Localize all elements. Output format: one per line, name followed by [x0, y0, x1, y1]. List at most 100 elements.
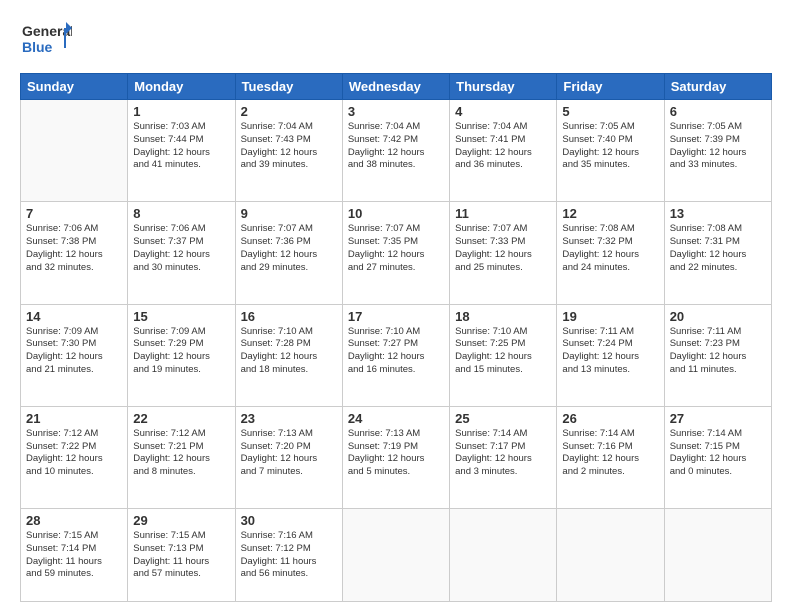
day-number: 3	[348, 104, 444, 119]
weekday-header: Thursday	[450, 74, 557, 100]
weekday-header: Sunday	[21, 74, 128, 100]
day-info: Sunrise: 7:04 AMSunset: 7:42 PMDaylight:…	[348, 121, 444, 172]
calendar-cell: 22 Sunrise: 7:12 AMSunset: 7:21 PMDayligh…	[128, 406, 235, 508]
day-number: 27	[670, 411, 766, 426]
calendar-cell: 13Sunrise: 7:08 AMSunset: 7:31 PMDayligh…	[664, 202, 771, 304]
calendar-cell: 5 Sunrise: 7:05 AMSunset: 7:40 PMDaylight…	[557, 100, 664, 202]
day-number: 29	[133, 513, 229, 528]
day-info: Sunrise: 7:15 AMSunset: 7:14 PMDaylight:…	[26, 530, 122, 581]
calendar-cell: 18 Sunrise: 7:10 AMSunset: 7:25 PMDayligh…	[450, 304, 557, 406]
calendar-cell: 9 Sunrise: 7:07 AMSunset: 7:36 PMDaylight…	[235, 202, 342, 304]
day-info: Sunrise: 7:05 AMSunset: 7:39 PMDaylight:…	[670, 121, 766, 172]
calendar-cell: 19 Sunrise: 7:11 AMSunset: 7:24 PMDayligh…	[557, 304, 664, 406]
day-number: 18	[455, 309, 551, 324]
page: General Blue SundayMondayTuesdayWednesda…	[0, 0, 792, 612]
day-info: Sunrise: 7:09 AMSunset: 7:29 PMDaylight:…	[133, 326, 229, 377]
day-info: Sunrise: 7:08 AMSunset: 7:31 PMDaylight:…	[670, 223, 766, 274]
calendar-cell: 10Sunrise: 7:07 AMSunset: 7:35 PMDayligh…	[342, 202, 449, 304]
day-info: Sunrise: 7:14 AMSunset: 7:15 PMDaylight:…	[670, 428, 766, 479]
day-info: Sunrise: 7:14 AMSunset: 7:17 PMDaylight:…	[455, 428, 551, 479]
day-info: Sunrise: 7:12 AMSunset: 7:21 PMDaylight:…	[133, 428, 229, 479]
day-info: Sunrise: 7:09 AMSunset: 7:30 PMDaylight:…	[26, 326, 122, 377]
day-info: Sunrise: 7:16 AMSunset: 7:12 PMDaylight:…	[241, 530, 337, 581]
day-info: Sunrise: 7:06 AMSunset: 7:38 PMDaylight:…	[26, 223, 122, 274]
calendar-cell: 2 Sunrise: 7:04 AMSunset: 7:43 PMDaylight…	[235, 100, 342, 202]
day-info: Sunrise: 7:12 AMSunset: 7:22 PMDaylight:…	[26, 428, 122, 479]
calendar-cell	[21, 100, 128, 202]
day-number: 20	[670, 309, 766, 324]
calendar-cell	[342, 509, 449, 602]
weekday-header: Friday	[557, 74, 664, 100]
weekday-header: Tuesday	[235, 74, 342, 100]
day-number: 1	[133, 104, 229, 119]
day-info: Sunrise: 7:06 AMSunset: 7:37 PMDaylight:…	[133, 223, 229, 274]
calendar-cell: 26 Sunrise: 7:14 AMSunset: 7:16 PMDayligh…	[557, 406, 664, 508]
day-number: 26	[562, 411, 658, 426]
calendar-cell: 24 Sunrise: 7:13 AMSunset: 7:19 PMDayligh…	[342, 406, 449, 508]
day-number: 21	[26, 411, 122, 426]
day-number: 11	[455, 206, 551, 221]
calendar-cell: 8 Sunrise: 7:06 AMSunset: 7:37 PMDaylight…	[128, 202, 235, 304]
day-number: 5	[562, 104, 658, 119]
day-number: 8	[133, 206, 229, 221]
logo-icon: General Blue	[20, 18, 72, 60]
calendar-cell: 6 Sunrise: 7:05 AMSunset: 7:39 PMDaylight…	[664, 100, 771, 202]
weekday-header: Monday	[128, 74, 235, 100]
day-info: Sunrise: 7:08 AMSunset: 7:32 PMDaylight:…	[562, 223, 658, 274]
day-info: Sunrise: 7:14 AMSunset: 7:16 PMDaylight:…	[562, 428, 658, 479]
day-info: Sunrise: 7:03 AMSunset: 7:44 PMDaylight:…	[133, 121, 229, 172]
day-info: Sunrise: 7:13 AMSunset: 7:20 PMDaylight:…	[241, 428, 337, 479]
svg-text:Blue: Blue	[22, 39, 53, 55]
calendar-cell: 12 Sunrise: 7:08 AMSunset: 7:32 PMDayligh…	[557, 202, 664, 304]
calendar-cell: 15 Sunrise: 7:09 AMSunset: 7:29 PMDayligh…	[128, 304, 235, 406]
day-number: 17	[348, 309, 444, 324]
day-number: 25	[455, 411, 551, 426]
weekday-header: Wednesday	[342, 74, 449, 100]
day-info: Sunrise: 7:04 AMSunset: 7:43 PMDaylight:…	[241, 121, 337, 172]
calendar-cell: 7 Sunrise: 7:06 AMSunset: 7:38 PMDaylight…	[21, 202, 128, 304]
day-number: 23	[241, 411, 337, 426]
logo: General Blue	[20, 18, 72, 65]
calendar-cell: 29Sunrise: 7:15 AMSunset: 7:13 PMDayligh…	[128, 509, 235, 602]
day-number: 14	[26, 309, 122, 324]
calendar-cell: 4Sunrise: 7:04 AMSunset: 7:41 PMDaylight…	[450, 100, 557, 202]
day-number: 7	[26, 206, 122, 221]
calendar-cell	[664, 509, 771, 602]
calendar-cell: 20Sunrise: 7:11 AMSunset: 7:23 PMDayligh…	[664, 304, 771, 406]
day-info: Sunrise: 7:07 AMSunset: 7:36 PMDaylight:…	[241, 223, 337, 274]
calendar-cell: 1 Sunrise: 7:03 AMSunset: 7:44 PMDaylight…	[128, 100, 235, 202]
day-number: 4	[455, 104, 551, 119]
day-number: 9	[241, 206, 337, 221]
day-number: 15	[133, 309, 229, 324]
calendar-cell: 21 Sunrise: 7:12 AMSunset: 7:22 PMDayligh…	[21, 406, 128, 508]
day-info: Sunrise: 7:10 AMSunset: 7:25 PMDaylight:…	[455, 326, 551, 377]
day-number: 28	[26, 513, 122, 528]
day-info: Sunrise: 7:13 AMSunset: 7:19 PMDaylight:…	[348, 428, 444, 479]
calendar-cell: 11 Sunrise: 7:07 AMSunset: 7:33 PMDayligh…	[450, 202, 557, 304]
calendar-cell: 17 Sunrise: 7:10 AMSunset: 7:27 PMDayligh…	[342, 304, 449, 406]
calendar-table: SundayMondayTuesdayWednesdayThursdayFrid…	[20, 73, 772, 602]
weekday-header: Saturday	[664, 74, 771, 100]
day-number: 2	[241, 104, 337, 119]
day-number: 22	[133, 411, 229, 426]
calendar-cell: 30 Sunrise: 7:16 AMSunset: 7:12 PMDayligh…	[235, 509, 342, 602]
day-number: 30	[241, 513, 337, 528]
calendar-cell: 25 Sunrise: 7:14 AMSunset: 7:17 PMDayligh…	[450, 406, 557, 508]
day-info: Sunrise: 7:07 AMSunset: 7:33 PMDaylight:…	[455, 223, 551, 274]
day-number: 6	[670, 104, 766, 119]
day-number: 10	[348, 206, 444, 221]
day-info: Sunrise: 7:10 AMSunset: 7:28 PMDaylight:…	[241, 326, 337, 377]
day-info: Sunrise: 7:10 AMSunset: 7:27 PMDaylight:…	[348, 326, 444, 377]
calendar-cell: 14 Sunrise: 7:09 AMSunset: 7:30 PMDayligh…	[21, 304, 128, 406]
calendar-cell	[450, 509, 557, 602]
day-info: Sunrise: 7:11 AMSunset: 7:24 PMDaylight:…	[562, 326, 658, 377]
calendar-cell: 28 Sunrise: 7:15 AMSunset: 7:14 PMDayligh…	[21, 509, 128, 602]
calendar-cell: 23 Sunrise: 7:13 AMSunset: 7:20 PMDayligh…	[235, 406, 342, 508]
day-number: 16	[241, 309, 337, 324]
day-number: 24	[348, 411, 444, 426]
calendar-cell: 3 Sunrise: 7:04 AMSunset: 7:42 PMDaylight…	[342, 100, 449, 202]
day-number: 19	[562, 309, 658, 324]
day-number: 12	[562, 206, 658, 221]
day-info: Sunrise: 7:05 AMSunset: 7:40 PMDaylight:…	[562, 121, 658, 172]
header: General Blue	[20, 18, 772, 65]
